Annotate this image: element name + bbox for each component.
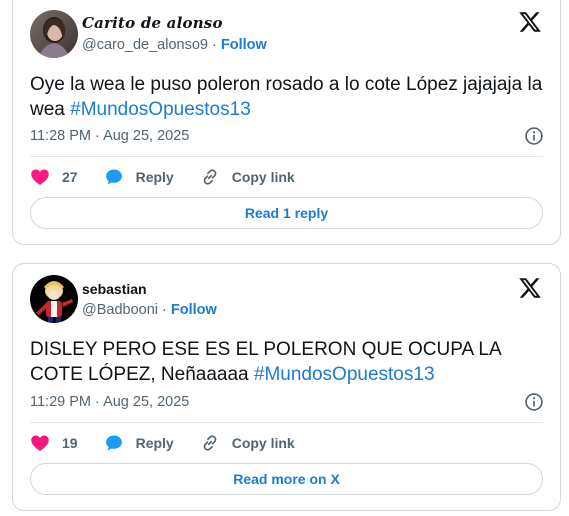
hashtag-link[interactable]: #MundosOpuestos13 [70,99,251,120]
reply-bubble-icon [105,169,122,185]
link-icon [203,435,217,451]
link-icon [203,169,217,185]
display-name[interactable]: Carito de alonso [82,14,223,32]
handle-row: @caro_de_alonso9 · Follow [82,37,267,53]
read-more-button[interactable]: Read more on X [30,463,543,495]
read-replies-button[interactable]: Read 1 reply [30,197,543,229]
tweet-text: Oye la wea le puso poleron rosado a lo c… [30,72,550,122]
copy-link-label: Copy link [231,169,295,185]
separator-dot: · [162,302,171,318]
avatar[interactable] [30,10,78,58]
timestamp[interactable]: 11:28 PM · Aug 25, 2025 [30,128,189,144]
cartoon-character-avatar-icon [30,275,78,323]
like-count: 27 [62,169,78,185]
handle-row: @Badbooni · Follow [82,302,217,318]
divider [30,156,543,157]
reply-button[interactable]: Reply [104,167,174,187]
like-count: 19 [62,435,78,451]
timestamp[interactable]: 11:29 PM · Aug 25, 2025 [30,394,189,410]
like-button[interactable]: 19 [30,433,78,453]
follow-button[interactable]: Follow [221,37,267,53]
handle[interactable]: @Badbooni [82,302,158,318]
reply-label: Reply [135,169,174,185]
action-bar: 19 Reply Copy link [30,431,543,455]
info-icon[interactable] [524,126,544,146]
copy-link-button[interactable]: Copy link [200,433,295,453]
display-name[interactable]: sebastian [82,281,147,297]
divider [30,422,543,423]
tweet-card: Carito de alonso @caro_de_alonso9 · Foll… [12,0,561,245]
follow-button[interactable]: Follow [171,302,217,318]
x-logo-icon[interactable] [518,276,542,300]
tweet-card: sebastian @Badbooni · Follow DISLEY PERO… [12,263,561,511]
action-bar: 27 Reply Copy link [30,165,543,189]
x-logo-icon[interactable] [518,10,542,34]
handle[interactable]: @caro_de_alonso9 [82,37,208,53]
reply-button[interactable]: Reply [104,433,174,453]
copy-link-button[interactable]: Copy link [200,167,295,187]
info-icon[interactable] [524,392,544,412]
reply-bubble-icon [105,435,122,451]
like-button[interactable]: 27 [30,167,78,187]
heart-icon [31,169,49,185]
heart-icon [31,435,49,451]
copy-link-label: Copy link [231,435,295,451]
separator-dot: · [212,37,221,53]
tweet-text: DISLEY PERO ESE ES EL POLERON QUE OCUPA … [30,337,550,387]
hashtag-link[interactable]: #MundosOpuestos13 [254,364,435,385]
woman-portrait-avatar-icon [30,10,78,58]
avatar[interactable] [30,275,78,323]
reply-label: Reply [135,435,174,451]
